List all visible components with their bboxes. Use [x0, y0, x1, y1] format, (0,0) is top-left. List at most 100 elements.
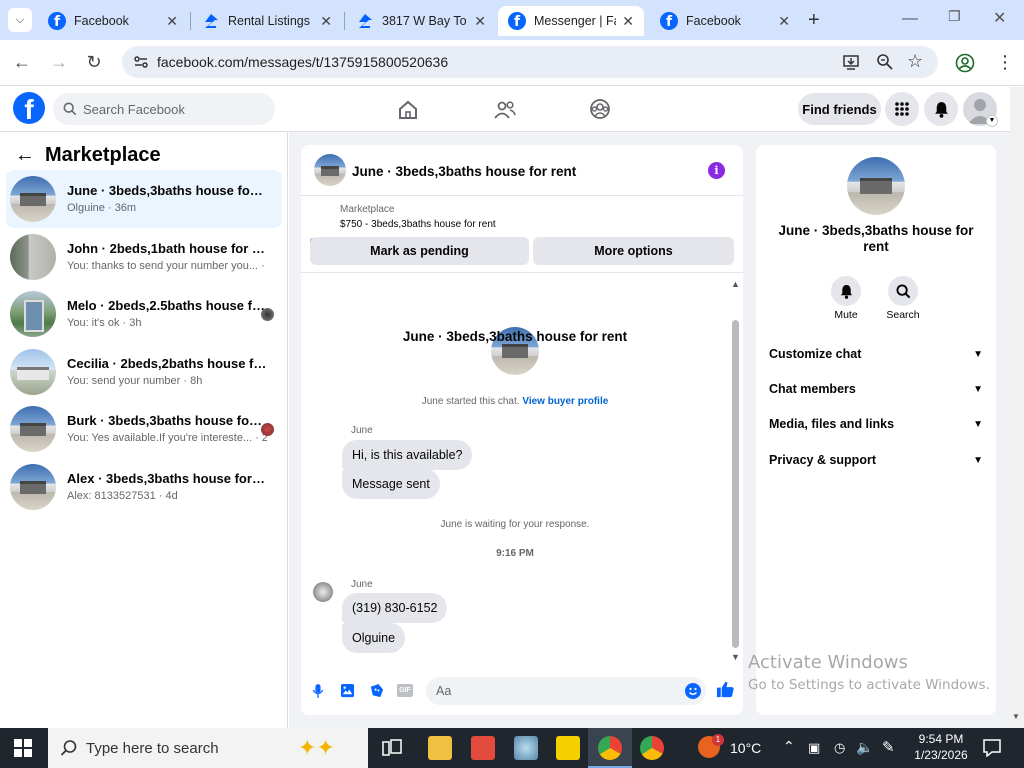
- volume-muted-icon[interactable]: 🔈: [856, 739, 873, 756]
- conversation-burk[interactable]: Burk · 3beds,3baths house for re... You:…: [6, 400, 282, 458]
- find-friends-button[interactable]: Find friends: [798, 93, 881, 125]
- conversation-preview: You: Yes available.If you're intereste..…: [67, 432, 267, 444]
- chat-started-text: June started this chat.: [421, 396, 520, 407]
- scroll-down-arrow[interactable]: ▼: [731, 652, 740, 662]
- message-bubble[interactable]: Olguine: [342, 623, 406, 653]
- close-icon[interactable]: ✕: [166, 13, 178, 30]
- sender-avatar[interactable]: [313, 582, 333, 602]
- conversation-preview: Alex: 8133527531 · 4d: [67, 490, 178, 502]
- facebook-logo-icon[interactable]: f: [13, 92, 45, 124]
- menu-button[interactable]: [885, 92, 919, 126]
- facebook-icon: f: [48, 12, 66, 30]
- browser-menu-icon[interactable]: ⋮: [996, 52, 1014, 73]
- site-settings-icon[interactable]: [133, 54, 149, 70]
- close-icon[interactable]: ✕: [320, 13, 332, 30]
- info-icon[interactable]: i: [708, 162, 725, 179]
- browser-tab-facebook-1[interactable]: f Facebook ✕: [38, 6, 188, 36]
- customize-chat-section[interactable]: Customize chat ▼: [769, 347, 983, 361]
- taskbar-clock[interactable]: 9:54 PM 1/23/2026: [908, 731, 974, 763]
- scroll-up-arrow[interactable]: ▲: [731, 279, 740, 289]
- tab-search-button[interactable]: ⌵: [8, 8, 32, 32]
- search-input[interactable]: Search Facebook: [53, 93, 275, 125]
- profile-icon[interactable]: [955, 53, 975, 76]
- action-center-icon[interactable]: [983, 739, 1001, 760]
- emoji-icon[interactable]: [685, 683, 701, 699]
- window-close-button[interactable]: ✕: [993, 8, 1006, 28]
- sticky-notes-icon[interactable]: [556, 736, 580, 760]
- chat-scrollbar-thumb[interactable]: [732, 320, 739, 648]
- message-bubble[interactable]: Hi, is this available?: [342, 440, 473, 470]
- search-icon: [63, 102, 77, 116]
- conversation-cecilia[interactable]: Cecilia · 2beds,2baths house for rent Yo…: [6, 343, 282, 401]
- activate-windows-title: Activate Windows: [748, 652, 908, 673]
- message-bubble[interactable]: Message sent: [342, 469, 440, 499]
- sticker-icon[interactable]: [369, 683, 384, 701]
- file-explorer-icon[interactable]: [428, 736, 452, 760]
- back-button[interactable]: ←: [11, 52, 33, 74]
- pen-icon[interactable]: ✎: [882, 738, 895, 756]
- browser-tab-rental-listings[interactable]: Rental Listings | ✕: [192, 6, 342, 36]
- mark-as-pending-button[interactable]: Mark as pending: [310, 237, 529, 265]
- meet-now-icon[interactable]: ▣: [808, 740, 820, 756]
- like-thumbs-up-icon[interactable]: [716, 680, 735, 702]
- page-scrollbar-track[interactable]: [1010, 87, 1024, 728]
- conversation-alex[interactable]: Alex · 3beds,3baths house for rent Alex:…: [6, 458, 282, 516]
- friends-nav-icon[interactable]: [493, 99, 517, 124]
- close-icon[interactable]: ✕: [778, 13, 790, 30]
- activate-windows-subtitle: Go to Settings to activate Windows.: [748, 677, 990, 693]
- app-icon[interactable]: [514, 736, 538, 760]
- chat-members-section[interactable]: Chat members ▼: [769, 382, 983, 396]
- listing-avatar[interactable]: [847, 157, 905, 215]
- task-view-icon[interactable]: [382, 738, 402, 761]
- window-restore-button[interactable]: ❐: [948, 8, 961, 25]
- chevron-up-icon[interactable]: ⌃: [783, 738, 795, 755]
- install-app-icon[interactable]: [842, 53, 860, 74]
- close-icon[interactable]: ✕: [622, 13, 634, 30]
- zoom-icon[interactable]: [876, 53, 894, 74]
- seen-avatar: [261, 423, 274, 436]
- search-in-chat-button[interactable]: [888, 276, 918, 306]
- section-label: Chat members: [769, 382, 856, 396]
- mute-button[interactable]: [831, 276, 861, 306]
- conversation-melo[interactable]: Melo · 2beds,2.5baths house for... You: …: [6, 285, 282, 343]
- address-bar[interactable]: facebook.com/messages/t/1375915800520636…: [122, 46, 938, 78]
- chat-header-title[interactable]: June · 3beds,3baths house for rent: [352, 164, 576, 179]
- chrome-icon[interactable]: [640, 736, 664, 760]
- message-bubble[interactable]: (319) 830-6152: [342, 593, 448, 623]
- anydesk-icon[interactable]: [471, 736, 495, 760]
- privacy-support-section[interactable]: Privacy & support ▼: [769, 453, 983, 467]
- close-icon[interactable]: ✕: [474, 13, 486, 30]
- chat-header-avatar[interactable]: [314, 154, 346, 186]
- more-options-button[interactable]: More options: [533, 237, 734, 265]
- back-arrow-icon[interactable]: ←: [15, 144, 35, 167]
- browser-tab-messenger[interactable]: f Messenger | Fa ✕: [498, 6, 644, 36]
- reload-button[interactable]: ↻: [83, 52, 105, 74]
- conversation-title: Cecilia · 2beds,2baths house for rent: [67, 356, 267, 371]
- notifications-button[interactable]: [924, 92, 958, 126]
- taskbar-search-input[interactable]: Type here to search ✦✦: [48, 728, 368, 768]
- scroll-down-arrow[interactable]: ▼: [1012, 712, 1020, 721]
- window-minimize-button[interactable]: —: [902, 10, 918, 28]
- forward-button[interactable]: →: [48, 52, 70, 74]
- weather-temp[interactable]: 10°C: [730, 740, 761, 756]
- network-icon[interactable]: ◷: [834, 740, 845, 756]
- view-buyer-profile-link[interactable]: View buyer profile: [522, 396, 608, 407]
- gif-icon[interactable]: GIF: [397, 684, 413, 697]
- home-nav-icon[interactable]: [397, 99, 419, 124]
- browser-tab-3817-w-bay[interactable]: 3817 W Bay To ✕: [346, 6, 496, 36]
- chrome-taskbar-active[interactable]: [588, 728, 632, 768]
- chevron-down-icon: ▼: [973, 454, 983, 466]
- bookmark-star-icon[interactable]: ☆: [907, 51, 923, 72]
- listing-detail[interactable]: $750 - 3beds,3baths house for rent: [340, 219, 496, 230]
- media-files-links-section[interactable]: Media, files and links ▼: [769, 417, 983, 431]
- conversation-june[interactable]: June · 3beds,3baths house for rent Olgui…: [6, 170, 282, 228]
- browser-tab-facebook-2[interactable]: f Facebook ✕: [650, 6, 800, 36]
- voice-clip-icon[interactable]: [312, 683, 324, 702]
- new-tab-button[interactable]: +: [808, 9, 820, 32]
- photo-attach-icon[interactable]: [340, 683, 355, 701]
- groups-nav-icon[interactable]: [589, 98, 611, 123]
- message-input[interactable]: Aa: [426, 677, 706, 705]
- windows-start-icon[interactable]: [14, 739, 32, 760]
- chevron-down-icon: ⌵: [15, 13, 25, 26]
- conversation-john[interactable]: John · 2beds,1bath house for rent You: t…: [6, 228, 282, 286]
